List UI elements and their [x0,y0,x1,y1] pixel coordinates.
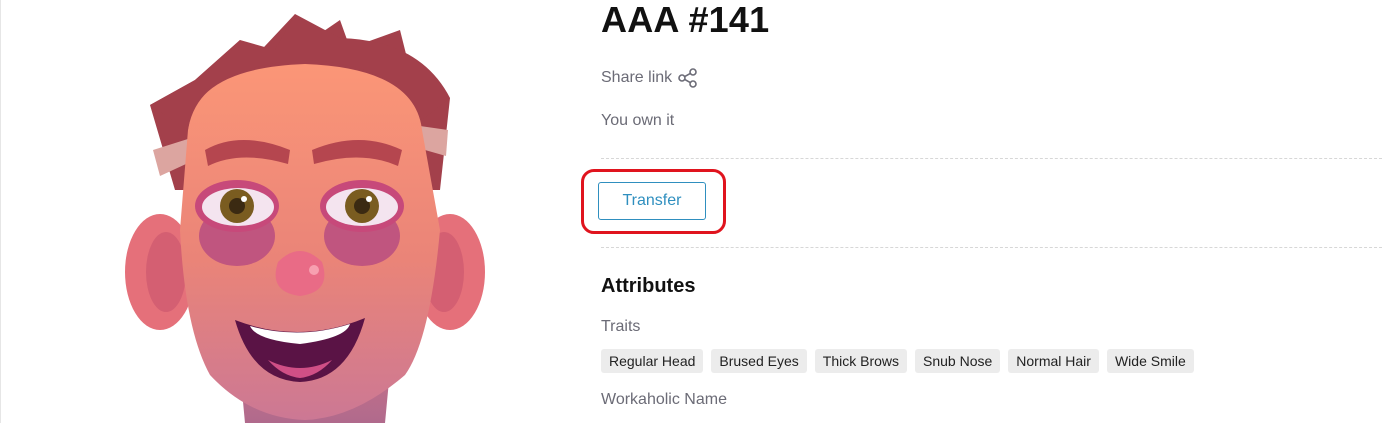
nft-details-panel: AAA #141 Share link You own it Transfer … [581,0,1382,423]
trait-chip: Brused Eyes [711,349,807,373]
attributes-heading: Attributes [601,275,696,297]
trait-chip: Normal Hair [1008,349,1099,373]
share-icon [678,68,697,88]
share-link-label: Share link [601,69,673,86]
share-link[interactable]: Share link [601,68,698,88]
trait-chip: Regular Head [601,349,704,373]
left-border [0,0,1,423]
divider [601,158,1382,159]
trait-chip: Snub Nose [915,349,1001,373]
transfer-button[interactable]: Transfer [598,182,706,220]
ownership-status: You own it [601,112,675,129]
workaholic-name-label: Workaholic Name [601,391,727,408]
page-title: AAA #141 [601,0,770,40]
nft-avatar-image [100,0,510,423]
trait-chip: Thick Brows [814,349,907,373]
trait-chip: Wide Smile [1106,349,1194,373]
traits-list: Regular Head Brused Eyes Thick Brows Snu… [601,349,1194,373]
divider [601,247,1382,248]
traits-label: Traits [601,318,641,335]
